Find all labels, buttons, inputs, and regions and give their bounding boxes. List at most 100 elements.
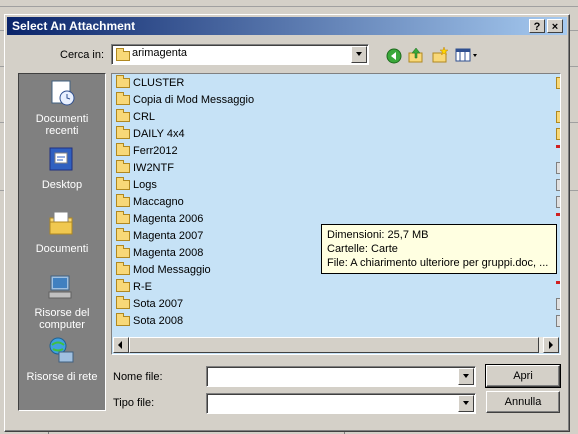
lookin-select[interactable]: arimagenta <box>111 44 369 65</box>
tooltip-size: Dimensioni: 25,7 MB <box>327 229 429 241</box>
new-folder-icon[interactable] <box>431 46 449 64</box>
list-item[interactable]: Logs <box>116 177 157 195</box>
folder-icon <box>116 177 130 191</box>
filename-input[interactable] <box>206 366 476 387</box>
list-item-label: Maccagno <box>133 196 184 208</box>
list-item-label: Sota 2008 <box>133 315 184 327</box>
folder-icon <box>116 143 130 157</box>
filename-label: Nome file: <box>113 371 163 383</box>
folder-icon <box>116 245 130 259</box>
place-label: Desktop <box>41 179 83 191</box>
list-item[interactable]: Sota 2008 <box>116 313 184 331</box>
list-item[interactable]: Sota 2007 <box>116 296 184 314</box>
list-item-label: Mod Messaggio <box>133 264 211 276</box>
place-label: Risorse del computer <box>34 307 90 331</box>
list-item-label: Magenta 2008 <box>133 247 204 259</box>
place-label: Risorse di rete <box>26 371 98 383</box>
filetype-select[interactable] <box>206 393 476 414</box>
lookin-label: Cerca in: <box>60 49 105 61</box>
tooltip-folders: Cartelle: Carte <box>327 243 398 255</box>
folder-info-tooltip: Dimensioni: 25,7 MB Cartelle: Carte File… <box>321 224 557 274</box>
place-label: Documenti recenti <box>35 113 89 137</box>
list-item[interactable]: IW2NTF <box>116 160 174 178</box>
list-item-label: Copia di Mod Messaggio <box>133 94 255 106</box>
folder-icon <box>116 279 130 293</box>
list-item[interactable]: Magenta 2007 <box>116 228 204 246</box>
chevron-down-icon[interactable] <box>458 368 474 385</box>
arrow-right-icon <box>549 341 553 349</box>
network-icon <box>49 337 74 363</box>
list-item[interactable]: R-E <box>116 279 152 297</box>
open-button[interactable]: Apri <box>485 364 561 388</box>
filetype-label: Tipo file: <box>113 397 155 409</box>
place-desktop[interactable]: Desktop <box>19 144 105 191</box>
folder-icon <box>116 48 130 61</box>
scroll-right-button[interactable] <box>543 337 559 353</box>
horizontal-scrollbar[interactable] <box>113 337 559 353</box>
list-item[interactable]: Magenta 2006 <box>116 211 204 229</box>
chevron-down-icon[interactable] <box>351 46 367 63</box>
list-item[interactable]: CLUSTER <box>116 75 185 93</box>
close-button[interactable]: × <box>547 19 563 33</box>
folder-icon <box>116 160 130 174</box>
select-attachment-dialog: Select An Attachment ? × Cerca in: arima… <box>4 14 570 432</box>
list-item-label: R-E <box>133 281 152 293</box>
chevron-down-icon[interactable] <box>458 395 474 412</box>
folder-icon <box>116 262 130 276</box>
list-item[interactable]: DAILY 4x4 <box>116 126 185 144</box>
scroll-left-button[interactable] <box>113 337 129 353</box>
places-bar: Documenti recenti Desktop Documenti Riso… <box>18 73 106 411</box>
list-item-label: Magenta 2007 <box>133 230 204 242</box>
list-item-label: IW2NTF <box>133 162 174 174</box>
scroll-thumb[interactable] <box>129 337 539 353</box>
view-menu-icon[interactable] <box>455 46 479 64</box>
file-list[interactable]: CLUSTER Copia di Mod Messaggio CRL DAILY… <box>111 73 561 355</box>
file-icon <box>556 162 560 174</box>
place-recent-documents[interactable]: Documenti recenti <box>19 78 105 137</box>
file-icon <box>556 213 560 216</box>
place-my-computer[interactable]: Risorse del computer <box>19 272 105 331</box>
tooltip-files: File: A chiarimento ulteriore per gruppi… <box>327 257 549 269</box>
list-item-label: CRL <box>133 111 156 123</box>
computer-icon <box>48 275 72 299</box>
help-button[interactable]: ? <box>529 19 545 33</box>
recent-documents-icon <box>51 80 75 106</box>
folder-icon <box>116 296 130 310</box>
place-documents[interactable]: Documenti <box>19 208 105 255</box>
list-item[interactable]: CRL <box>116 109 156 127</box>
list-item-label: Magenta 2006 <box>133 213 204 225</box>
list-item[interactable]: Magenta 2008 <box>116 245 204 263</box>
file-icon <box>556 145 560 148</box>
list-item[interactable]: Ferr2012 <box>116 143 178 161</box>
list-item-label: CLUSTER <box>133 77 185 89</box>
list-item-label: Ferr2012 <box>133 145 178 157</box>
cancel-button[interactable]: Annulla <box>486 391 560 413</box>
place-network[interactable]: Risorse di rete <box>19 336 105 383</box>
list-item[interactable]: Maccagno <box>116 194 184 212</box>
folder-icon <box>556 77 560 89</box>
list-item-label: Sota 2007 <box>133 298 184 310</box>
list-item[interactable]: Copia di Mod Messaggio <box>116 92 255 110</box>
folder-icon <box>116 109 130 123</box>
folder-icon <box>116 228 130 242</box>
desktop-icon <box>49 147 73 171</box>
list-item-label: DAILY 4x4 <box>133 128 185 140</box>
back-icon[interactable] <box>385 47 403 65</box>
folder-icon <box>116 211 130 225</box>
folder-icon <box>116 126 130 140</box>
file-icon <box>556 315 560 327</box>
folder-icon <box>116 313 130 327</box>
place-label: Documenti <box>35 243 89 255</box>
folder-icon <box>556 128 560 140</box>
file-icon <box>556 281 560 284</box>
up-folder-icon[interactable] <box>407 46 425 64</box>
file-icon <box>556 298 560 310</box>
file-icon <box>556 179 560 191</box>
background-line <box>0 6 578 7</box>
folder-icon <box>116 75 130 89</box>
title-bar: Select An Attachment ? × <box>7 17 567 35</box>
arrow-left-icon <box>118 341 122 349</box>
folder-icon <box>116 92 130 106</box>
list-item[interactable]: Mod Messaggio <box>116 262 211 280</box>
folder-icon <box>116 194 130 208</box>
